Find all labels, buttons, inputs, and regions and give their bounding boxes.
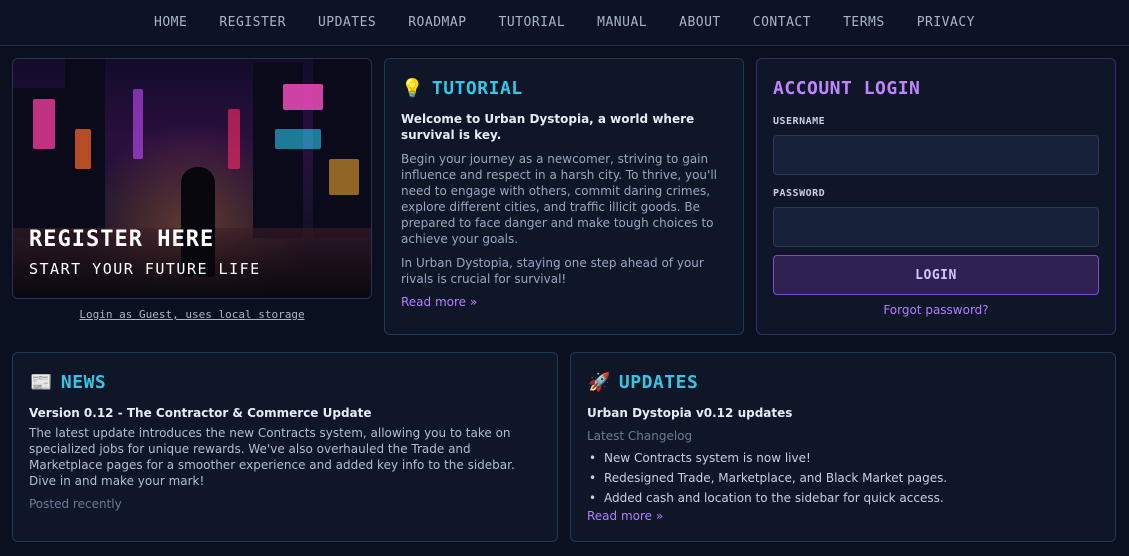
list-item: Added cash and location to the sidebar f… bbox=[589, 488, 947, 508]
tutorial-title: TUTORIAL bbox=[431, 78, 523, 99]
rocket-icon: 🚀 bbox=[588, 372, 611, 393]
nav-tutorial[interactable]: TUTORIAL bbox=[483, 15, 582, 30]
tutorial-heading: 💡 TUTORIAL bbox=[401, 78, 523, 99]
hero-subtitle: START YOUR FUTURE LIFE bbox=[29, 260, 261, 278]
login-button[interactable]: LOGIN bbox=[773, 255, 1099, 295]
username-label: USERNAME bbox=[773, 116, 826, 127]
nav-manual[interactable]: MANUAL bbox=[581, 15, 663, 30]
tutorial-lead: Welcome to Urban Dystopia, a world where… bbox=[401, 112, 695, 142]
list-item: Redesigned Trade, Marketplace, and Black… bbox=[589, 468, 947, 488]
tutorial-paragraph-2: In Urban Dystopia, staying one step ahea… bbox=[401, 256, 704, 286]
updates-heading: 🚀 UPDATES bbox=[588, 372, 698, 393]
nav-privacy[interactable]: PRIVACY bbox=[901, 15, 991, 30]
updates-title: UPDATES bbox=[618, 372, 699, 393]
neon-sign bbox=[228, 109, 240, 169]
top-nav: HOME REGISTER UPDATES ROADMAP TUTORIAL M… bbox=[0, 0, 1129, 46]
password-input[interactable] bbox=[773, 207, 1099, 247]
news-title: NEWS bbox=[60, 372, 107, 393]
nav-roadmap[interactable]: ROADMAP bbox=[392, 15, 482, 30]
news-headline: Version 0.12 - The Contractor & Commerce… bbox=[29, 406, 372, 420]
changelog-label: Latest Changelog bbox=[587, 429, 693, 443]
register-hero-banner[interactable]: REGISTER HERE START YOUR FUTURE LIFE bbox=[12, 58, 372, 299]
forgot-password-link[interactable]: Forgot password? bbox=[773, 303, 1099, 317]
nav-about[interactable]: ABOUT bbox=[663, 15, 737, 30]
nav-home[interactable]: HOME bbox=[138, 15, 203, 30]
news-posted: Posted recently bbox=[29, 497, 122, 511]
guest-login-link[interactable]: Login as Guest, uses local storage bbox=[12, 308, 372, 321]
password-label: PASSWORD bbox=[773, 188, 826, 199]
newspaper-icon: 📰 bbox=[30, 372, 53, 393]
neon-sign bbox=[329, 159, 359, 195]
username-input[interactable] bbox=[773, 135, 1099, 175]
nav-updates[interactable]: UPDATES bbox=[302, 15, 392, 30]
nav-register[interactable]: REGISTER bbox=[203, 15, 302, 30]
tutorial-paragraph-1: Begin your journey as a newcomer, strivi… bbox=[401, 152, 717, 246]
tutorial-read-more-link[interactable]: Read more » bbox=[401, 295, 477, 309]
news-heading: 📰 NEWS bbox=[30, 372, 106, 393]
neon-sign bbox=[283, 84, 323, 110]
neon-sign bbox=[275, 129, 321, 149]
updates-read-more-link[interactable]: Read more » bbox=[587, 509, 663, 523]
neon-sign bbox=[133, 89, 143, 159]
nav-terms[interactable]: TERMS bbox=[827, 15, 901, 30]
nav-contact[interactable]: CONTACT bbox=[737, 15, 827, 30]
hero-title: REGISTER HERE bbox=[29, 227, 215, 252]
lightbulb-icon: 💡 bbox=[401, 78, 424, 99]
news-body: The latest update introduces the new Con… bbox=[29, 426, 515, 488]
list-item: New Contracts system is now live! bbox=[589, 448, 947, 468]
neon-sign bbox=[75, 129, 91, 169]
login-title: ACCOUNT LOGIN bbox=[773, 78, 921, 99]
neon-sign bbox=[33, 99, 55, 149]
updates-headline: Urban Dystopia v0.12 updates bbox=[587, 406, 793, 420]
changelog-list: New Contracts system is now live! Redesi… bbox=[589, 448, 947, 508]
